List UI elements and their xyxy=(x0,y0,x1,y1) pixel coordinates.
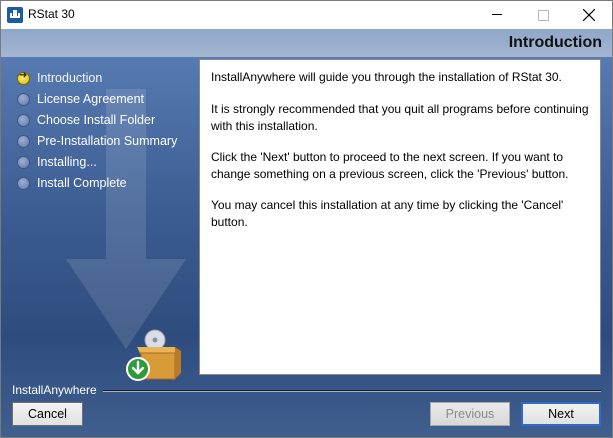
decorative-arrow-icon xyxy=(66,89,186,349)
step-bullet-icon xyxy=(17,93,30,106)
step-bullet-icon xyxy=(17,114,30,127)
header-bar: Introduction xyxy=(1,29,612,57)
maximize-button[interactable] xyxy=(520,1,566,29)
install-box-icon xyxy=(126,329,181,381)
installanywhere-label: InstallAnywhere xyxy=(12,383,97,397)
previous-button[interactable]: Previous xyxy=(430,402,510,426)
minimize-button[interactable] xyxy=(474,1,520,29)
step-label: Pre-Installation Summary xyxy=(37,134,178,148)
installer-body: Introduction Introduction License Agreem… xyxy=(1,29,612,437)
step-bullet-icon xyxy=(17,177,30,190)
cancel-button[interactable]: Cancel xyxy=(12,402,83,426)
recommendation-paragraph: It is strongly recommended that you quit… xyxy=(211,102,589,133)
step-label: Install Complete xyxy=(37,176,127,190)
installer-window: RStat 30 Introduction Introduction Licen… xyxy=(0,0,613,438)
step-label: License Agreement xyxy=(37,92,145,106)
step-label: Introduction xyxy=(37,71,103,85)
app-icon xyxy=(7,7,23,23)
title-bar[interactable]: RStat 30 xyxy=(1,1,612,29)
close-icon xyxy=(583,9,595,21)
step-label: Installing... xyxy=(37,155,97,169)
intro-paragraph: InstallAnywhere will guide you through t… xyxy=(211,70,562,84)
navigation-paragraph: Click the 'Next' button to proceed to th… xyxy=(211,150,569,181)
window-title: RStat 30 xyxy=(28,7,75,21)
cancel-info-paragraph: You may cancel this installation at any … xyxy=(211,198,564,229)
intro-text-panel: InstallAnywhere will guide you through t… xyxy=(199,59,601,375)
step-bullet-icon xyxy=(17,156,30,169)
step-bullet-icon xyxy=(17,135,30,148)
current-step-arrow-icon xyxy=(17,70,30,85)
page-title: Introduction xyxy=(508,34,602,51)
close-button[interactable] xyxy=(566,1,612,29)
next-button[interactable]: Next xyxy=(521,402,601,426)
step-label: Choose Install Folder xyxy=(37,113,156,127)
footer-divider-highlight xyxy=(103,391,601,392)
